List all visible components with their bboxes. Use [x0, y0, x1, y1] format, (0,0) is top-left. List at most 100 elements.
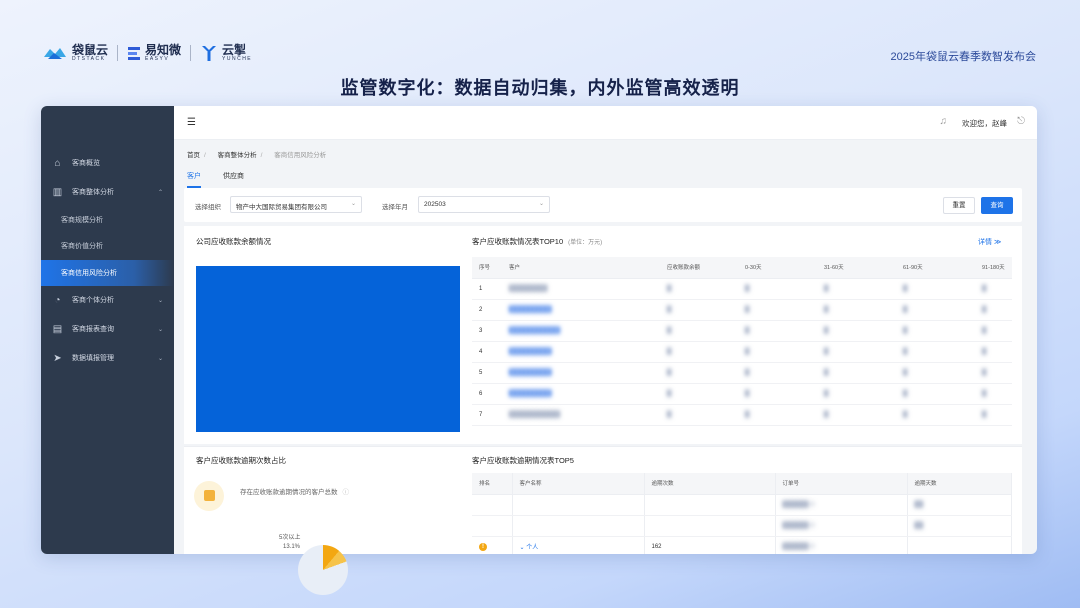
- easyv-logo-name: 易知微: [145, 43, 182, 57]
- filter-bar: 选择组织 物产中大国际贸易集团有限公司 ⌄ 选择年月 202503 ⌄ 重置 查询: [184, 188, 1022, 222]
- org-label: 选择组织: [195, 204, 221, 211]
- month-select[interactable]: 202503 ⌄: [418, 196, 550, 213]
- overdue-stat-desc: 存在应收账款逾期情况的客户总数: [240, 489, 338, 496]
- top10-title-wrap: 客户应收账款情况表TOP10 (单位：万元): [472, 236, 602, 247]
- col-31-60: 31-60天: [817, 257, 896, 279]
- breadcrumb: 首页 / 客商整体分析 / 客商信用风险分析: [187, 152, 327, 159]
- donut-label: 5次以上: [279, 535, 301, 541]
- send-icon: ➤: [53, 352, 62, 364]
- table-row: ██████16 ██: [472, 515, 1012, 537]
- table-row: 1 █████████ █ █ █ █ █: [472, 278, 1012, 300]
- bell-icon[interactable]: ♫: [940, 116, 948, 127]
- warning-icon: !: [479, 542, 487, 551]
- org-select[interactable]: 物产中大国际贸易集团有限公司 ⌄: [230, 196, 362, 213]
- sidebar-item-label: 客商信用风险分析: [61, 270, 117, 277]
- row-index: 2: [472, 299, 502, 321]
- dtstack-logo-name: 袋鼠云: [72, 43, 109, 57]
- tab-supplier[interactable]: 供应商: [223, 171, 244, 188]
- table-row: 5 ██████████ █ █ █ █ █: [472, 362, 1012, 384]
- report-icon: ▤: [52, 323, 63, 335]
- balance-chart-placeholder: [196, 266, 460, 432]
- table-row: 2 ██████████ █ █ █ █ █: [472, 299, 1012, 321]
- chevron-down-icon: ⌄: [538, 201, 544, 207]
- overdue-top5-table: 排名 客户名称 逾期次数 订单号 逾期天数 ██████16 ██ ██████1…: [472, 473, 1012, 554]
- col-customer: 客户: [502, 257, 660, 279]
- col-balance: 应收账款余额: [660, 257, 738, 279]
- sidebar-item-value-analysis[interactable]: 客商价值分析: [41, 233, 174, 259]
- pie-icon: ◔: [54, 294, 61, 306]
- row-index: 1: [472, 278, 502, 300]
- top10-unit: (单位：万元): [568, 240, 603, 246]
- col-overdue-days: 逾期天数: [907, 473, 1012, 495]
- col-index: 序号: [472, 257, 502, 279]
- dtstack-logo: 袋鼠云 DTSTACK: [42, 44, 108, 62]
- menu-toggle-icon[interactable]: ☰: [187, 117, 196, 128]
- reset-button[interactable]: 重置: [943, 197, 975, 214]
- sidebar-item-overall-analysis[interactable]: ▥ 客商整体分析 ⌃: [41, 179, 174, 205]
- sidebar-item-data-entry[interactable]: ➤ 数据填报管理 ⌄: [41, 345, 174, 371]
- sidebar-item-label: 客商报表查询: [72, 326, 114, 333]
- overdue-count-value: 162: [644, 536, 776, 554]
- info-icon[interactable]: ⓘ: [343, 489, 350, 496]
- top-bar: ☰ ♫ 欢迎您，赵峰 ⎋: [174, 106, 1037, 140]
- row-index: 6: [472, 383, 502, 405]
- logout-icon[interactable]: ⎋: [1017, 116, 1025, 127]
- sidebar-item-label: 客商个体分析: [72, 297, 114, 304]
- col-customer-name: 客户名称: [512, 473, 645, 495]
- col-61-90: 61-90天: [896, 257, 975, 279]
- event-title: 2025年袋鼠云春季数智发布会: [890, 51, 1036, 63]
- col-overdue-count: 逾期次数: [644, 473, 776, 495]
- table-row: 4 ██████████ █ █ █ █ █: [472, 341, 1012, 363]
- breadcrumb-overall[interactable]: 客商整体分析: [218, 152, 257, 159]
- overdue-donut-chart: [298, 545, 348, 595]
- top10-table: 序号 客户 应收账款余额 0-30天 31-60天 61-90天 91-180天…: [472, 257, 1012, 426]
- row-index: 5: [472, 362, 502, 384]
- sidebar-item-credit-risk[interactable]: 客商信用风险分析: [41, 260, 174, 286]
- table-row: ! ⌄ 个人 162 ██████16: [472, 536, 1012, 554]
- tab-customer[interactable]: 客户: [187, 171, 201, 188]
- overdue-ratio-title: 客户应收账款逾期次数占比: [196, 456, 286, 465]
- table-row: ██████16 ██: [472, 494, 1012, 516]
- chart-icon: ▥: [52, 186, 63, 198]
- brand-logos: 袋鼠云 DTSTACK 易知微 EASYV 云掣 YUNCHE: [42, 44, 252, 62]
- sidebar-item-overview[interactable]: ⌂ 客商概览: [41, 150, 174, 176]
- col-0-30: 0-30天: [738, 257, 817, 279]
- overdue-top5-title: 客户应收账款逾期情况表TOP5: [472, 456, 574, 465]
- yunche-logo-sub: YUNCHE: [222, 56, 253, 62]
- breadcrumb-home[interactable]: 首页: [187, 152, 200, 159]
- month-label: 选择年月: [382, 204, 408, 211]
- sidebar-item-scale-analysis[interactable]: 客商规模分析: [41, 207, 174, 233]
- logo-divider: [117, 45, 119, 61]
- chevron-up-icon: ⌃: [157, 189, 163, 196]
- sidebar-item-label: 客商整体分析: [72, 189, 114, 196]
- sidebar-item-label: 客商概览: [72, 160, 100, 167]
- query-button[interactable]: 查询: [981, 197, 1013, 214]
- sidebar-item-report-query[interactable]: ▤ 客商报表查询 ⌄: [41, 316, 174, 342]
- overdue-stat-desc-wrap: 存在应收账款逾期情况的客户总数 ⓘ: [240, 486, 349, 496]
- tab-bar: 客户 供应商: [187, 171, 244, 188]
- row-index: 3: [472, 320, 502, 342]
- sidebar-item-label: 客商规模分析: [61, 217, 103, 224]
- overdue-customer-name[interactable]: 个人: [526, 545, 538, 551]
- sidebar-item-label: 客商价值分析: [61, 243, 103, 250]
- easyv-logo-icon: [128, 47, 141, 60]
- welcome-text: 欢迎您，赵峰: [962, 119, 1007, 128]
- home-icon: ⌂: [54, 157, 61, 169]
- col-order-no: 订单号: [775, 473, 908, 495]
- table-row: 6 ██████████ █ █ █ █ █: [472, 383, 1012, 405]
- yunche-logo: 云掣 YUNCHE: [200, 44, 252, 62]
- breadcrumb-current: 客商信用风险分析: [274, 152, 327, 159]
- chevron-down-icon: ⌄: [350, 201, 356, 207]
- easyv-logo: 易知微 EASYV: [127, 44, 181, 62]
- sidebar-item-label: 数据填报管理: [72, 355, 114, 362]
- chevron-down-icon: ⌄: [157, 326, 163, 333]
- sidebar-item-individual-analysis[interactable]: ◔ 客商个体分析 ⌄: [41, 287, 174, 313]
- row-index: 7: [472, 404, 502, 426]
- chevron-down-icon: ⌄: [157, 297, 163, 304]
- month-select-value: 202503: [424, 201, 446, 208]
- row-index: 4: [472, 341, 502, 363]
- yunche-logo-name: 云掣: [222, 43, 247, 57]
- yunche-logo-icon: [202, 46, 217, 61]
- top10-detail-link[interactable]: 详情 ≫: [978, 237, 1001, 247]
- col-rank: 排名: [472, 473, 513, 495]
